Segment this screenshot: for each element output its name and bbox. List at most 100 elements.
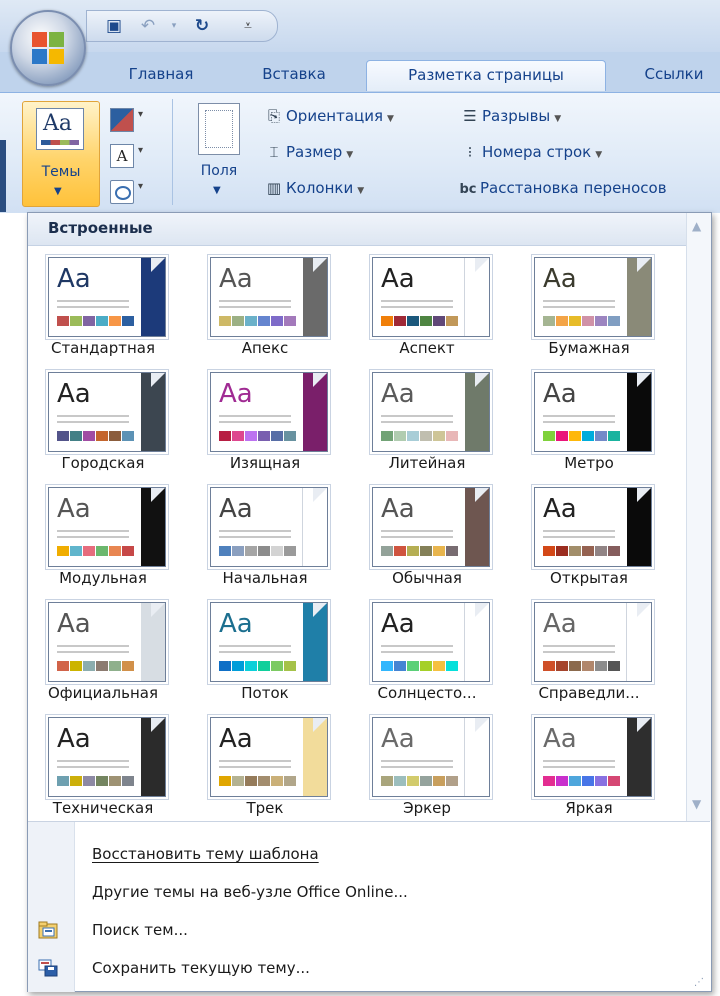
columns-button[interactable]: ▥ Колонки ▼ xyxy=(262,175,364,201)
tab-references[interactable]: Ссылки xyxy=(628,60,720,90)
color-swatch xyxy=(543,776,555,786)
theme-name: Начальная xyxy=(222,569,308,587)
theme-text-line xyxy=(543,645,615,647)
theme-sample-text: Aa xyxy=(57,609,91,639)
color-swatch xyxy=(122,776,134,786)
breaks-icon: ☰ xyxy=(463,107,477,125)
color-swatch xyxy=(407,431,419,441)
color-swatch xyxy=(446,316,458,326)
theme-item[interactable]: Aa Модульная xyxy=(28,481,168,591)
margins-button[interactable]: Поля ▼ xyxy=(188,101,250,205)
theme-text-line xyxy=(57,645,129,647)
theme-colors-button[interactable]: ▾ xyxy=(108,107,152,133)
theme-item[interactable]: Aa Солнцесто... xyxy=(352,596,492,706)
theme-item[interactable]: Aa Изящная xyxy=(190,366,330,476)
menu-item-more-themes-online[interactable]: Другие темы на веб-узле Office Online... xyxy=(74,876,704,910)
page-fold-icon xyxy=(313,488,327,502)
theme-sample-text: Aa xyxy=(543,494,577,524)
theme-item[interactable]: Aa Эркер xyxy=(352,711,492,821)
theme-item[interactable]: Aa Начальная xyxy=(190,481,330,591)
theme-item[interactable]: Aa Литейная xyxy=(352,366,492,476)
menu-item-save-theme[interactable]: Сохранить текущую тему... xyxy=(38,952,704,986)
page-fold-icon xyxy=(313,718,327,732)
scroll-down-icon[interactable]: ▼ xyxy=(692,797,701,811)
gallery-menu: Восстановить тему шаблона Другие темы на… xyxy=(28,821,710,992)
color-swatch xyxy=(556,776,568,786)
color-swatch xyxy=(122,431,134,441)
tab-home[interactable]: Главная xyxy=(112,60,210,90)
color-swatch xyxy=(407,316,419,326)
theme-color-swatches xyxy=(381,776,459,786)
color-swatch xyxy=(258,776,270,786)
undo-icon[interactable]: ↶ xyxy=(137,15,159,37)
color-swatch xyxy=(582,546,594,556)
theme-effects-button[interactable]: ▾ xyxy=(108,179,152,205)
theme-item[interactable]: Aa Аспект xyxy=(352,251,492,361)
tab-page-layout[interactable]: Разметка страницы xyxy=(366,60,606,91)
theme-item[interactable]: Aa Трек xyxy=(190,711,330,821)
color-swatch xyxy=(407,661,419,671)
color-swatch xyxy=(446,546,458,556)
page-fold-icon xyxy=(637,603,651,617)
theme-item[interactable]: Aa Бумажная xyxy=(514,251,654,361)
theme-preview-icon: Aa xyxy=(48,487,166,567)
color-swatch xyxy=(57,546,69,556)
color-swatch xyxy=(271,431,283,441)
hyphenation-button[interactable]: bc Расстановка переносов xyxy=(456,175,720,201)
color-swatch xyxy=(433,546,445,556)
theme-name: Стандартная xyxy=(50,339,156,357)
color-swatch xyxy=(245,316,257,326)
theme-name: Аспект xyxy=(399,339,455,357)
color-swatch xyxy=(543,431,555,441)
chevron-down-icon: ▼ xyxy=(346,150,354,160)
size-button[interactable]: ⌶ Размер ▼ xyxy=(262,139,353,165)
theme-name: Яркая xyxy=(565,799,613,817)
menu-item-reset-theme[interactable]: Восстановить тему шаблона xyxy=(74,838,704,872)
line-numbers-icon: ⁝ xyxy=(467,143,473,161)
color-swatch xyxy=(569,546,581,556)
color-swatch xyxy=(284,661,296,671)
themes-button[interactable]: Aa Темы ▼ xyxy=(22,101,100,207)
theme-item[interactable]: Aa Метро xyxy=(514,366,654,476)
office-button[interactable] xyxy=(10,10,86,86)
theme-item[interactable]: Aa Официальная xyxy=(28,596,168,706)
color-swatch xyxy=(219,546,231,556)
theme-item[interactable]: Aa Справедли... xyxy=(514,596,654,706)
color-swatch xyxy=(271,316,283,326)
color-swatch xyxy=(569,661,581,671)
page-fold-icon xyxy=(313,603,327,617)
undo-dropdown-icon[interactable]: ▾ xyxy=(163,15,185,37)
orientation-button[interactable]: ⎘ Ориентация ▼ xyxy=(262,103,394,129)
save-icon[interactable]: ▣ xyxy=(103,15,125,37)
theme-fonts-icon: A xyxy=(110,144,134,168)
theme-text-line xyxy=(543,766,615,768)
theme-text-line xyxy=(381,536,453,538)
color-swatch xyxy=(57,431,69,441)
customize-qat-icon[interactable]: ⩡ xyxy=(237,15,259,37)
color-swatch xyxy=(122,316,134,326)
repeat-icon[interactable]: ↻ xyxy=(191,15,213,37)
theme-item[interactable]: Aa Поток xyxy=(190,596,330,706)
menu-item-browse-themes[interactable]: Поиск тем... xyxy=(38,914,704,948)
theme-item[interactable]: Aa Стандартная xyxy=(28,251,168,361)
color-swatch xyxy=(245,431,257,441)
theme-item[interactable]: Aa Городская xyxy=(28,366,168,476)
color-swatch xyxy=(420,776,432,786)
theme-fonts-button[interactable]: A ▾ xyxy=(108,143,152,169)
color-swatch xyxy=(232,661,244,671)
theme-text-line xyxy=(219,300,291,302)
breaks-button[interactable]: ☰ Разрывы ▼ xyxy=(458,103,561,129)
color-swatch xyxy=(109,316,121,326)
resize-grip-icon[interactable]: ⋰ xyxy=(694,977,704,988)
theme-item[interactable]: Aa Яркая xyxy=(514,711,654,821)
scroll-up-icon[interactable]: ▲ xyxy=(692,219,701,233)
theme-item[interactable]: Aa Открытая xyxy=(514,481,654,591)
theme-item[interactable]: Aa Техническая xyxy=(28,711,168,821)
color-swatch xyxy=(556,431,568,441)
theme-item[interactable]: Aa Апекс xyxy=(190,251,330,361)
line-numbers-button[interactable]: ⁝ Номера строк ▼ xyxy=(458,139,603,165)
tab-insert[interactable]: Вставка xyxy=(248,60,340,90)
theme-item[interactable]: Aa Обычная xyxy=(352,481,492,591)
theme-text-line xyxy=(381,645,453,647)
gallery-scrollbar[interactable]: ▲ ▼ xyxy=(686,213,711,821)
